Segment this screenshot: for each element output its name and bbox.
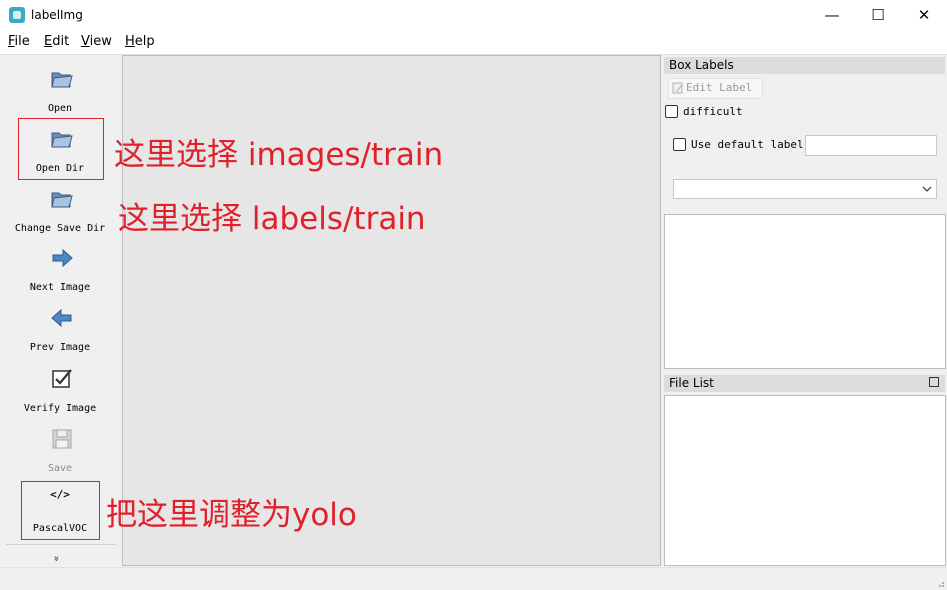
folder-icon <box>51 72 73 88</box>
change-save-dir-annotation: 这里选择 labels/train <box>118 201 426 237</box>
edit-label-text: Edit Label <box>686 81 753 94</box>
app-icon <box>9 7 25 23</box>
verify-image-button[interactable]: Verify Image <box>2 359 118 417</box>
menu-view[interactable]: View <box>81 34 112 49</box>
checkbox-icon <box>52 369 72 388</box>
difficult-label: difficult <box>683 105 743 118</box>
file-list[interactable] <box>664 395 946 566</box>
floppy-icon <box>52 429 72 449</box>
float-window-icon[interactable] <box>929 377 939 387</box>
menu-file[interactable]: File <box>8 34 30 49</box>
use-default-label-checkbox[interactable] <box>673 138 686 151</box>
maximize-button[interactable]: ☐ <box>855 0 901 31</box>
difficult-checkbox[interactable] <box>665 105 678 118</box>
close-button[interactable]: ✕ <box>901 0 947 31</box>
folder-icon <box>51 192 73 208</box>
box-labels-title: Box Labels <box>669 58 734 72</box>
change-save-dir-button[interactable]: Change Save Dir <box>2 179 118 237</box>
arrow-right-icon <box>52 248 73 268</box>
prev-image-button[interactable]: Prev Image <box>2 298 118 356</box>
next-image-label: Next Image <box>29 282 91 293</box>
status-bar <box>0 567 947 590</box>
edit-icon <box>672 82 683 94</box>
prev-image-label: Prev Image <box>29 342 91 353</box>
arrow-left-icon <box>51 308 72 328</box>
format-highlight <box>21 481 100 540</box>
chevron-down-icon <box>922 186 932 192</box>
file-list-header: File List <box>664 375 945 392</box>
next-image-button[interactable]: Next Image <box>2 238 118 296</box>
toolbar-separator <box>6 544 116 545</box>
menu-bar: File Edit View Help <box>0 31 947 55</box>
box-labels-header: Box Labels <box>664 57 945 74</box>
size-grip-icon[interactable] <box>935 578 945 588</box>
open-dir-highlight <box>18 118 104 180</box>
open-button[interactable]: Open <box>2 59 118 117</box>
default-label-input[interactable] <box>805 135 937 156</box>
save-button[interactable]: Save <box>2 419 118 477</box>
menu-help[interactable]: Help <box>125 34 155 49</box>
toolbar-extension-icon[interactable]: » <box>51 555 62 561</box>
window-title: labelImg <box>31 8 83 22</box>
use-default-label-text: Use default label <box>691 138 804 151</box>
format-annotation: 把这里调整为yolo <box>106 497 357 533</box>
label-list[interactable] <box>664 214 946 369</box>
change-save-dir-label: Change Save Dir <box>14 223 106 234</box>
verify-image-label: Verify Image <box>23 403 97 414</box>
minimize-button[interactable]: — <box>809 0 855 31</box>
open-label: Open <box>47 103 73 114</box>
menu-edit[interactable]: Edit <box>44 34 69 49</box>
edit-label-button[interactable]: Edit Label <box>668 78 763 99</box>
file-list-title: File List <box>669 376 714 390</box>
title-bar: labelImg — ☐ ✕ <box>0 0 947 31</box>
label-combo-box[interactable] <box>673 179 937 199</box>
save-label: Save <box>47 463 73 474</box>
open-dir-annotation: 这里选择 images/train <box>114 137 444 173</box>
